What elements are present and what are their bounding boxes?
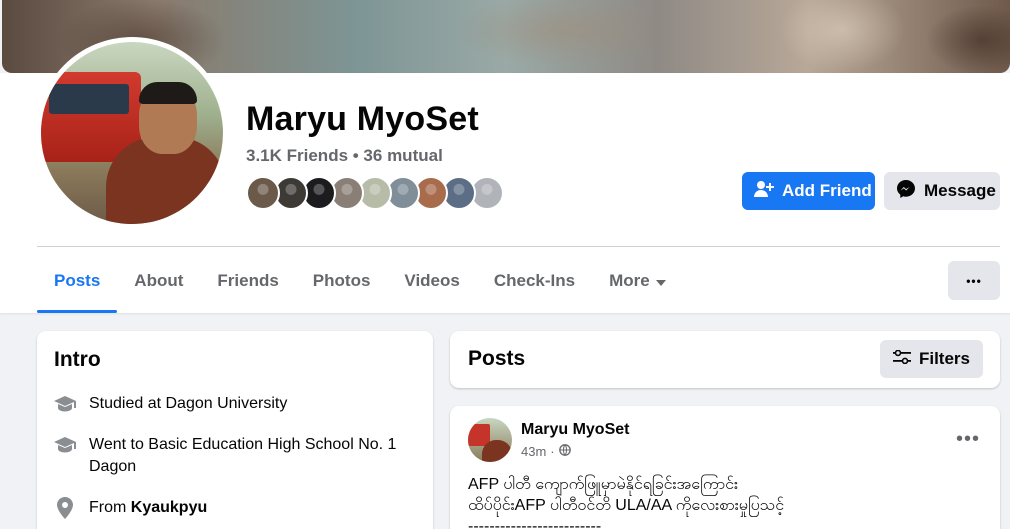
- post-line: AFP ပါတီ ကျောက်ဖြူမှာမဲနိုင်ရခြင်းအကြောင…: [468, 476, 739, 493]
- tab-label: Check-Ins: [493, 271, 576, 290]
- tab-label: Friends: [217, 271, 279, 290]
- ellipsis-icon: •••: [966, 273, 982, 288]
- intro-item-text: Went to Basic Education High School No. …: [89, 436, 397, 475]
- post-body: AFP ပါတီ ကျောက်ဖြူမှာမဲနိုင်ရခြင်းအကြောင…: [468, 474, 784, 529]
- avatar-hair: [139, 82, 197, 104]
- intro-title: Intro: [54, 348, 101, 371]
- messenger-icon: [896, 179, 916, 204]
- message-button[interactable]: Message: [884, 172, 1000, 210]
- filters-label: Filters: [918, 349, 970, 368]
- intro-item-text: From Kyaukpyu: [89, 497, 207, 519]
- hometown-link[interactable]: Kyaukpyu: [131, 499, 207, 516]
- tab-label: More: [609, 271, 650, 290]
- intro-item-hometown: From Kyaukpyu: [53, 497, 413, 519]
- post-line: -------------------------: [468, 518, 602, 529]
- add-friend-label: Add Friend: [782, 181, 872, 200]
- caret-down-icon: [655, 271, 666, 291]
- tab-label: Videos: [404, 271, 460, 290]
- more-options-button[interactable]: •••: [948, 261, 1000, 300]
- add-friend-icon: [754, 180, 774, 203]
- post-author-name[interactable]: Maryu MyoSet: [521, 421, 629, 439]
- post-meta: 43m ·: [521, 444, 571, 459]
- post-time[interactable]: 43m: [521, 444, 546, 459]
- tab-photos[interactable]: Photos: [296, 262, 388, 300]
- tab-label: About: [134, 271, 184, 290]
- mutual-friend-avatar[interactable]: [246, 176, 280, 210]
- tab-label: Posts: [54, 271, 101, 290]
- add-friend-button[interactable]: Add Friend: [742, 172, 875, 210]
- posts-title: Posts: [468, 347, 526, 370]
- tab-posts[interactable]: Posts: [37, 262, 118, 313]
- mutual-friends-avatars[interactable]: [246, 176, 506, 210]
- hometown-prefix: From: [89, 499, 131, 516]
- intro-card: Intro Studied at Dagon University Went t…: [37, 331, 433, 529]
- profile-name: Maryu MyoSet: [246, 100, 479, 138]
- header-divider: [37, 246, 1000, 247]
- post-card: Maryu MyoSet 43m · ••• AFP ပါတီ ကျောက်ဖြ…: [450, 406, 1000, 529]
- posts-header-card: Posts Filters: [450, 331, 1000, 388]
- graduation-cap-icon: [53, 393, 77, 415]
- intro-item-school: Went to Basic Education High School No. …: [53, 434, 413, 478]
- globe-icon: [558, 444, 571, 459]
- friends-count[interactable]: 3.1K Friends • 36 mutual: [246, 146, 443, 166]
- meta-separator: ·: [550, 444, 555, 459]
- tab-about[interactable]: About: [117, 262, 200, 300]
- profile-tabs: Posts About Friends Photos Videos Check-…: [37, 262, 683, 314]
- tab-check-ins[interactable]: Check-Ins: [477, 262, 592, 300]
- tab-videos[interactable]: Videos: [387, 262, 476, 300]
- filters-button[interactable]: Filters: [879, 340, 983, 378]
- sliders-icon: [892, 349, 911, 369]
- message-label: Message: [924, 181, 996, 200]
- tab-more[interactable]: More: [592, 262, 683, 300]
- post-options-button[interactable]: •••: [956, 428, 980, 451]
- location-pin-icon: [53, 497, 77, 519]
- intro-item-education: Studied at Dagon University: [53, 393, 413, 415]
- graduation-cap-icon: [53, 434, 77, 456]
- profile-picture[interactable]: [41, 42, 223, 224]
- post-line: ထိပ်ပိုင်းAFP ပါတီဝင်တိ ULA/AA ကိုလေးစား…: [468, 497, 785, 514]
- intro-item-text: Studied at Dagon University: [89, 395, 288, 412]
- tab-friends[interactable]: Friends: [200, 262, 295, 300]
- post-author-avatar[interactable]: [468, 418, 512, 462]
- tab-label: Photos: [312, 271, 371, 290]
